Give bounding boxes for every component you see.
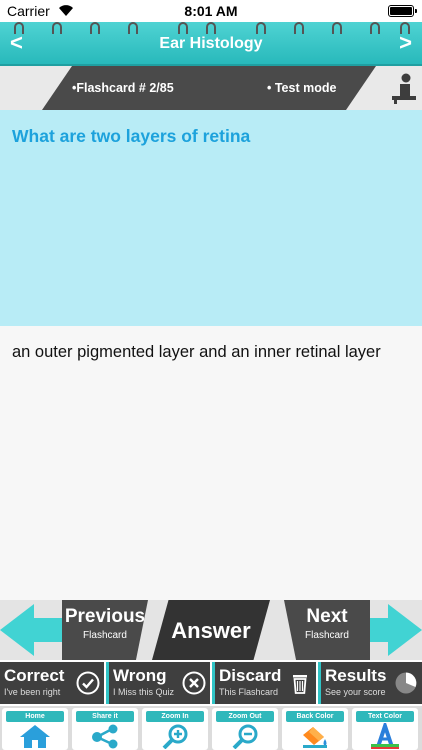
- test-mode-label: • Test mode: [267, 81, 337, 95]
- share-button[interactable]: Share it: [72, 708, 138, 750]
- question-panel: What are two layers of retina: [0, 110, 422, 326]
- share-label: Share it: [76, 711, 134, 722]
- previous-label: Previous: [64, 606, 146, 627]
- action-row: Correct I've been right Wrong I Miss thi…: [0, 660, 422, 706]
- binder-rings: [0, 22, 422, 36]
- correct-sub: I've been right: [4, 687, 61, 697]
- results-title: Results: [325, 666, 387, 685]
- zoom-in-button[interactable]: Zoom In: [142, 708, 208, 750]
- discard-title: Discard: [219, 666, 282, 685]
- discard-sub: This Flashcard: [219, 687, 279, 697]
- home-label: Home: [6, 711, 64, 722]
- check-icon: [76, 671, 100, 695]
- zoom-out-button[interactable]: Zoom Out: [212, 708, 278, 750]
- trash-icon: [293, 675, 307, 694]
- next-sub-label: Flashcard: [305, 630, 349, 641]
- next-topic-button[interactable]: >: [399, 31, 412, 55]
- home-icon: [20, 725, 50, 748]
- person-desk-icon[interactable]: [392, 72, 416, 104]
- previous-sub-label: Flashcard: [83, 630, 127, 641]
- zoom-in-icon: [162, 724, 188, 749]
- correct-button[interactable]: Correct I've been right: [0, 662, 104, 704]
- next-flashcard-button[interactable]: Next Flashcard: [284, 600, 370, 660]
- paint-bucket-icon: [303, 727, 327, 748]
- status-time: 8:01 AM: [184, 3, 238, 19]
- battery-icon: [388, 5, 417, 17]
- results-button[interactable]: Results See your score: [318, 662, 422, 704]
- results-sub: See your score: [325, 687, 386, 697]
- zoom-out-icon: [232, 724, 258, 749]
- next-label: Next: [306, 606, 348, 627]
- navigation-row: Previous Flashcard Answer Next Flashcard: [0, 600, 422, 660]
- title-bar: < Ear Histology >: [0, 22, 422, 66]
- back-color-button[interactable]: Back Color: [282, 708, 348, 750]
- text-color-icon: [371, 723, 399, 749]
- text-color-label: Text Color: [356, 711, 414, 722]
- zoom-out-label: Zoom Out: [216, 711, 274, 722]
- wrong-button[interactable]: Wrong I Miss this Quiz: [106, 662, 210, 704]
- cross-icon: [182, 671, 206, 695]
- page-title: Ear Histology: [159, 35, 263, 52]
- wrong-sub: I Miss this Quiz: [113, 687, 175, 697]
- answer-label: Answer: [171, 618, 251, 643]
- back-color-label: Back Color: [286, 711, 344, 722]
- discard-button[interactable]: Discard This Flashcard: [212, 662, 316, 704]
- pie-chart-icon: [395, 672, 417, 694]
- show-answer-button[interactable]: Answer: [152, 600, 270, 660]
- bottom-toolbar: Home Share it Zoom In Zoom Out Back Colo…: [0, 706, 422, 750]
- wrong-title: Wrong: [113, 666, 167, 685]
- correct-title: Correct: [4, 666, 65, 685]
- previous-flashcard-button[interactable]: Previous Flashcard: [62, 600, 148, 660]
- answer-area: an outer pigmented layer and an inner re…: [0, 326, 422, 600]
- flashcard-info-bar: •Flashcard # 2/85 • Test mode: [0, 66, 422, 110]
- home-button[interactable]: Home: [2, 708, 68, 750]
- flashcard-counter: •Flashcard # 2/85: [72, 81, 174, 95]
- text-color-button[interactable]: Text Color: [352, 708, 418, 750]
- share-icon: [92, 724, 118, 749]
- answer-text: an outer pigmented layer and an inner re…: [12, 343, 381, 361]
- zoom-in-label: Zoom In: [146, 711, 204, 722]
- status-bar: Carrier 8:01 AM: [0, 0, 422, 22]
- question-text: What are two layers of retina: [12, 126, 251, 146]
